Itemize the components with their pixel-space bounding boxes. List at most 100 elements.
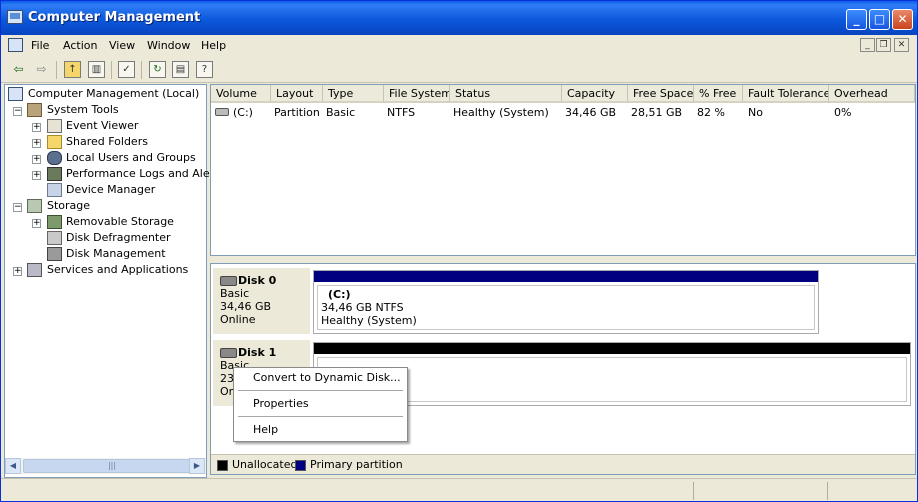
- cell-status: Healthy (System): [453, 106, 549, 119]
- column-header-capacity[interactable]: Capacity: [562, 85, 628, 103]
- toolbar-separator: [141, 61, 142, 79]
- menu-window[interactable]: Window: [147, 39, 190, 52]
- tree-item-shared-folders[interactable]: Shared Folders: [66, 134, 148, 149]
- computer-management-icon: [7, 10, 23, 24]
- expand-icon[interactable]: +: [13, 267, 22, 276]
- column-header-status[interactable]: Status: [450, 85, 562, 103]
- export-list-icon[interactable]: ▤: [172, 61, 189, 78]
- help-icon[interactable]: ?: [196, 61, 213, 78]
- disk-0-type: Basic: [220, 287, 250, 300]
- expand-icon[interactable]: +: [32, 139, 41, 148]
- disk-0-header[interactable]: Disk 0 Basic 34,46 GB Online: [213, 268, 310, 334]
- pane-splitter[interactable]: [210, 257, 916, 262]
- tree-item-computer-management[interactable]: Computer Management (Local): [28, 86, 199, 101]
- expand-icon[interactable]: +: [32, 155, 41, 164]
- expand-icon[interactable]: +: [32, 123, 41, 132]
- tree-item-services-and-applications[interactable]: Services and Applications: [47, 262, 188, 277]
- tree-item-storage[interactable]: Storage: [47, 198, 90, 213]
- cell-capacity: 34,46 GB: [565, 106, 617, 119]
- menu-help[interactable]: Help: [201, 39, 226, 52]
- status-bar: [1, 478, 917, 501]
- device-manager-icon: [47, 183, 62, 197]
- close-button[interactable]: ✕: [892, 9, 913, 30]
- expand-icon[interactable]: +: [32, 171, 41, 180]
- status-divider: [827, 482, 828, 500]
- disk-0-size: 34,46 GB: [220, 300, 272, 313]
- cell-layout: Partition: [274, 106, 320, 119]
- menu-file[interactable]: File: [31, 39, 49, 52]
- primary-partition-bar: [314, 271, 818, 282]
- collapse-icon[interactable]: −: [13, 107, 22, 116]
- column-header-overhead[interactable]: Overhead: [829, 85, 915, 103]
- menu-separator: [238, 390, 403, 391]
- column-header-percent-free[interactable]: % Free: [694, 85, 743, 103]
- tree-item-disk-management[interactable]: Disk Management: [66, 246, 166, 261]
- scroll-right-icon[interactable]: ▶: [189, 458, 205, 474]
- partition-details: (C:) 34,46 GB NTFS Healthy (System): [317, 285, 815, 330]
- toolbar-separator: [56, 61, 57, 79]
- forward-arrow-icon[interactable]: ⇨: [33, 61, 50, 78]
- disk-0-state: Online: [220, 313, 256, 326]
- console-tree: Computer Management (Local) − System Too…: [4, 84, 224, 478]
- tree-item-removable-storage[interactable]: Removable Storage: [66, 214, 174, 229]
- menu-view[interactable]: View: [109, 39, 135, 52]
- tree-item-performance-logs-and-alerts[interactable]: Performance Logs and Alerts: [66, 166, 224, 181]
- partition-status: Healthy (System): [321, 314, 417, 327]
- cell-fault-tolerance: No: [748, 106, 763, 119]
- scroll-thumb[interactable]: |||: [23, 459, 201, 473]
- scroll-left-icon[interactable]: ◀: [5, 458, 21, 474]
- title-bar[interactable]: Computer Management _ □ ✕: [1, 1, 917, 35]
- maximize-button[interactable]: □: [869, 9, 890, 30]
- show-hide-tree-icon[interactable]: ▥: [88, 61, 105, 78]
- up-folder-icon[interactable]: ↑: [64, 61, 81, 78]
- tree-item-device-manager[interactable]: Device Manager: [66, 182, 155, 197]
- child-restore-button[interactable]: ❐: [876, 38, 891, 52]
- column-header-type[interactable]: Type: [323, 85, 384, 103]
- volume-list: Volume Layout Type File System Status Ca…: [210, 84, 916, 256]
- disk-0-partition-c[interactable]: (C:) 34,46 GB NTFS Healthy (System): [313, 270, 819, 334]
- column-header-file-system[interactable]: File System: [384, 85, 450, 103]
- tree-item-local-users-and-groups[interactable]: Local Users and Groups: [66, 150, 196, 165]
- child-minimize-button[interactable]: _: [860, 38, 875, 52]
- users-groups-icon: [47, 151, 62, 165]
- minimize-button[interactable]: _: [846, 9, 867, 30]
- cell-file-system: NTFS: [387, 106, 416, 119]
- event-viewer-icon: [47, 119, 62, 133]
- menu-item-help[interactable]: Help: [236, 421, 405, 439]
- unallocated-swatch: [217, 460, 228, 471]
- status-divider: [693, 482, 694, 500]
- window-title: Computer Management: [28, 10, 201, 25]
- partition-label: (C:): [328, 288, 351, 301]
- mmc-document-icon[interactable]: [8, 38, 23, 52]
- properties-icon[interactable]: ✓: [118, 61, 135, 78]
- computer-icon: [8, 87, 23, 101]
- menu-item-properties[interactable]: Properties: [236, 395, 405, 413]
- legend-primary-partition: Primary partition: [310, 458, 403, 471]
- disk-defragmenter-icon: [47, 231, 62, 245]
- legend: Unallocated Primary partition: [211, 454, 915, 474]
- menu-bar: File Action View Window Help _ ❐ ✕: [1, 35, 917, 57]
- tree-item-system-tools[interactable]: System Tools: [47, 102, 119, 117]
- tree-item-disk-defragmenter[interactable]: Disk Defragmenter: [66, 230, 171, 245]
- column-header-fault-tolerance[interactable]: Fault Tolerance: [743, 85, 829, 103]
- column-header-volume[interactable]: Volume: [211, 85, 271, 103]
- child-close-button[interactable]: ✕: [894, 38, 909, 52]
- removable-storage-icon: [47, 215, 62, 229]
- refresh-icon[interactable]: ↻: [149, 61, 166, 78]
- cell-volume: (C:): [233, 106, 253, 119]
- partition-size: 34,46 GB NTFS: [321, 301, 404, 314]
- tree-horizontal-scrollbar[interactable]: ◀ ||| ▶: [5, 458, 206, 474]
- tree-item-event-viewer[interactable]: Event Viewer: [66, 118, 138, 133]
- cell-free-space: 28,51 GB: [631, 106, 683, 119]
- toolbar-separator: [111, 61, 112, 79]
- system-tools-icon: [27, 103, 42, 117]
- collapse-icon[interactable]: −: [13, 203, 22, 212]
- computer-management-window: Computer Management _ □ ✕ File Action Vi…: [0, 0, 918, 502]
- back-arrow-icon[interactable]: ⇦: [10, 61, 27, 78]
- column-header-layout[interactable]: Layout: [271, 85, 323, 103]
- performance-logs-icon: [47, 167, 62, 181]
- menu-action[interactable]: Action: [63, 39, 97, 52]
- expand-icon[interactable]: +: [32, 219, 41, 228]
- column-header-free-space[interactable]: Free Space: [628, 85, 694, 103]
- menu-item-convert-to-dynamic-disk[interactable]: Convert to Dynamic Disk...: [236, 369, 405, 387]
